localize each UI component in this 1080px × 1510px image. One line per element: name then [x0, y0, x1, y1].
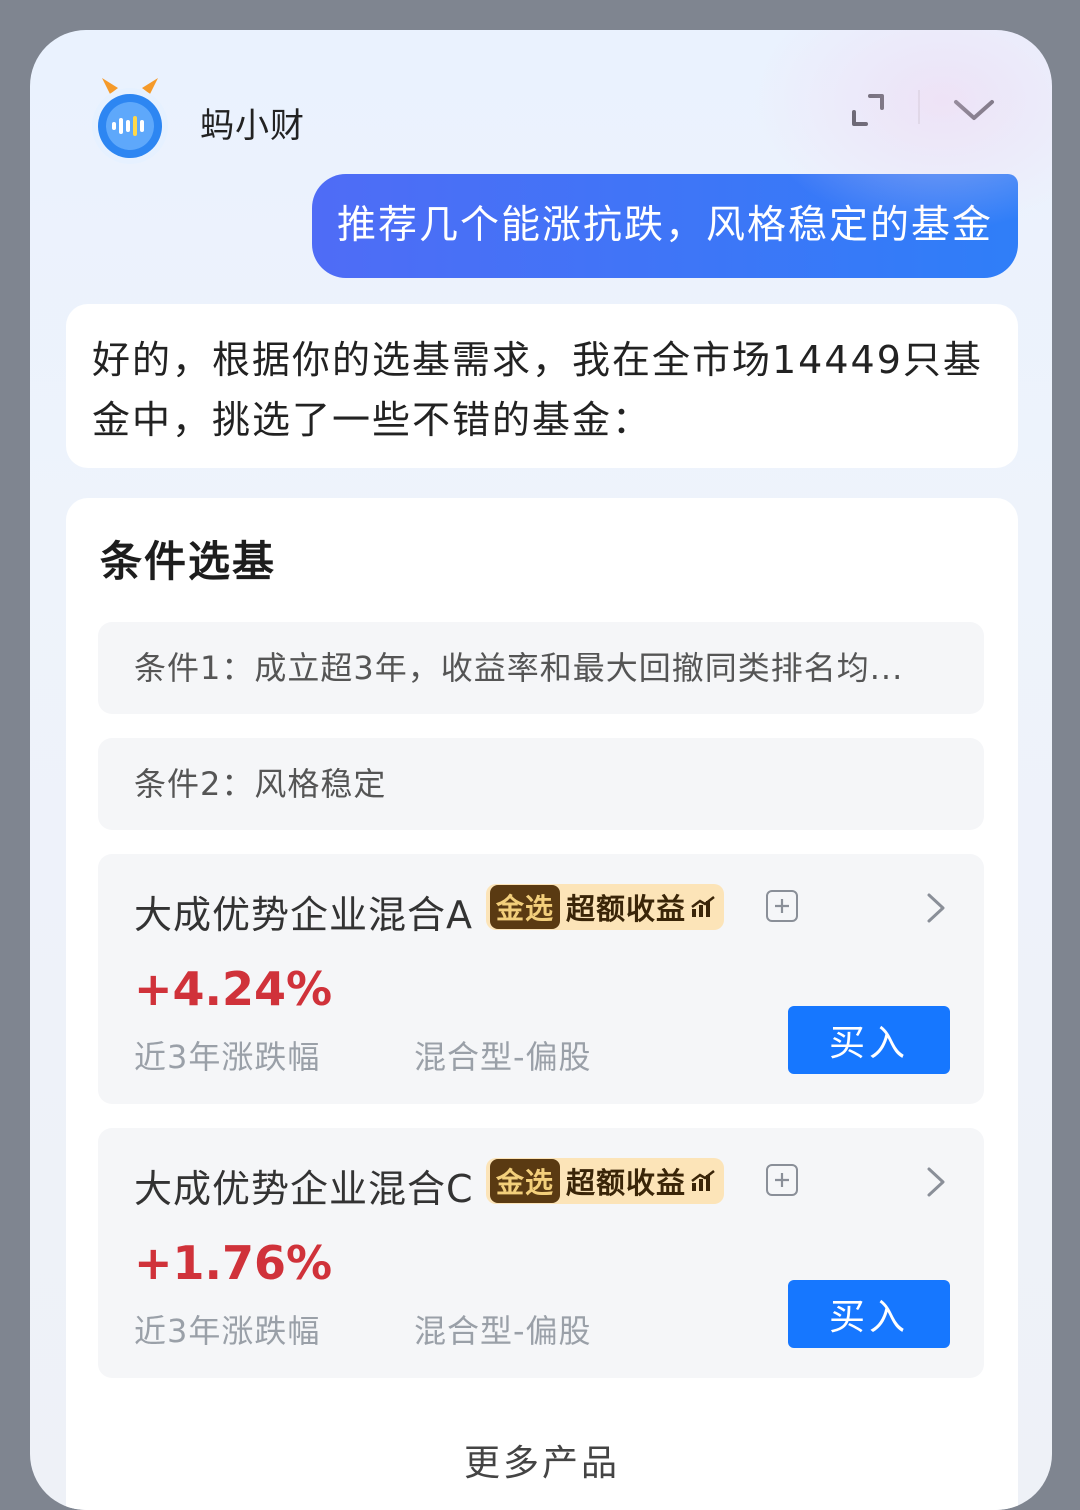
add-icon[interactable]: [766, 1164, 798, 1196]
header-divider: [918, 90, 920, 124]
condition-2[interactable]: 条件2：风格稳定: [98, 738, 984, 830]
badge-tag: 金选: [490, 1159, 561, 1203]
section-title: 条件选基: [100, 537, 277, 586]
fund-item-a[interactable]: 大成优势企业混合A 金选 超额收益 +4.24% 近3年涨跌幅 混合型-偏股 买…: [98, 854, 984, 1104]
fund-filter-card: 条件选基 条件1：成立超3年，收益率和最大回撤同类排名均... 条件2：风格稳定…: [66, 498, 1018, 1510]
user-message-bubble: 推荐几个能涨抗跌，风格稳定的基金: [312, 174, 1018, 278]
more-products-link[interactable]: 更多产品: [66, 1434, 1018, 1486]
fund-type: 混合型-偏股: [414, 1038, 592, 1076]
return-label: 近3年涨跌幅: [134, 1038, 321, 1076]
assistant-panel: 蚂小财 推荐几个能涨抗跌，风格稳定的基金 好的，根据你的选基需求，我在全市场14…: [30, 30, 1052, 1510]
bar-chart-icon: [690, 895, 716, 919]
bot-reply-bubble: 好的，根据你的选基需求，我在全市场14449只基金中，挑选了一些不错的基金：: [66, 304, 1018, 468]
bot-name: 蚂小财: [200, 106, 305, 146]
badge-text: 超额收益: [566, 892, 687, 926]
chevron-down-icon[interactable]: [946, 84, 1002, 136]
buy-button[interactable]: 买入: [788, 1280, 950, 1348]
fund-item-c[interactable]: 大成优势企业混合C 金选 超额收益 +1.76% 近3年涨跌幅 混合型-偏股 买…: [98, 1128, 984, 1378]
bot-avatar-icon: [92, 78, 168, 164]
fund-type: 混合型-偏股: [414, 1312, 592, 1350]
fund-badge: 金选 超额收益: [486, 884, 725, 930]
fund-badge: 金选 超额收益: [486, 1158, 725, 1204]
fund-return: +4.24%: [134, 962, 333, 1016]
buy-button[interactable]: 买入: [788, 1006, 950, 1074]
add-icon[interactable]: [766, 890, 798, 922]
chevron-right-icon[interactable]: [924, 1164, 948, 1200]
chevron-right-icon[interactable]: [924, 890, 948, 926]
badge-text: 超额收益: [566, 1166, 687, 1200]
condition-1[interactable]: 条件1：成立超3年，收益率和最大回撤同类排名均...: [98, 622, 984, 714]
return-label: 近3年涨跌幅: [134, 1312, 321, 1350]
fund-name[interactable]: 大成优势企业混合A: [134, 884, 473, 939]
badge-tag: 金选: [490, 885, 561, 929]
fund-return: +1.76%: [134, 1236, 333, 1290]
fund-name[interactable]: 大成优势企业混合C: [134, 1158, 474, 1213]
bar-chart-icon: [690, 1169, 716, 1193]
expand-icon[interactable]: [842, 84, 894, 136]
